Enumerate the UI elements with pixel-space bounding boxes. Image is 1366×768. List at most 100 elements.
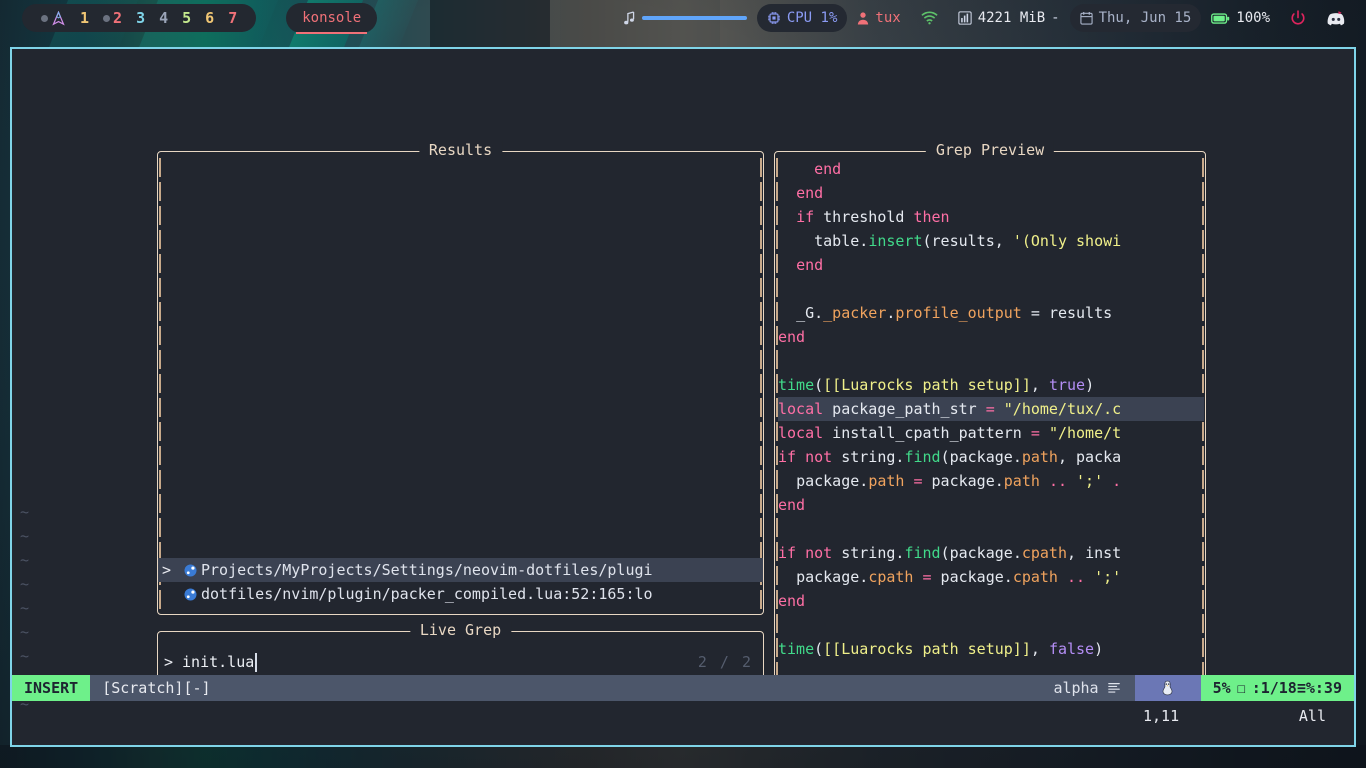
- code-token: _G: [796, 304, 815, 322]
- workspace-dot-icon: [103, 14, 111, 22]
- memory-indicator[interactable]: 4221 MiB -: [948, 4, 1070, 32]
- code-token: string: [832, 448, 896, 466]
- code-token: table: [814, 232, 860, 250]
- code-token: time: [778, 376, 815, 394]
- code-token: string: [832, 544, 896, 562]
- workspace-3[interactable]: 3: [129, 4, 152, 32]
- battery-indicator[interactable]: 100%: [1201, 4, 1280, 32]
- preview-code-line: [778, 277, 1204, 301]
- preview-code-line: if threshold then: [778, 205, 1204, 229]
- workspace-label: 3: [136, 9, 146, 27]
- taskbar: 1 2 3 4 5 6 7 konsole CPU 1% tux 4221 Mi…: [0, 0, 1366, 36]
- tilde-filler: ~: [20, 647, 30, 665]
- statusline: INSERT [Scratch][-] alpha 5% ☐:1/18≡%:3…: [12, 675, 1354, 701]
- code-token: ..: [1067, 568, 1086, 586]
- command-line[interactable]: 1,11 All: [12, 703, 1354, 729]
- volume-control[interactable]: [613, 4, 757, 32]
- code-token: end: [778, 496, 806, 514]
- code-token: ,: [994, 232, 1013, 250]
- code-token: end: [796, 184, 824, 202]
- code-token: [[Luarocks path setup]]: [823, 376, 1031, 394]
- code-token: (: [814, 640, 824, 658]
- workspace-6[interactable]: 6: [198, 4, 221, 32]
- workspace-4[interactable]: 4: [152, 4, 175, 32]
- code-token: =: [1021, 304, 1049, 322]
- code-token: if: [778, 544, 797, 562]
- text-cursor: [255, 652, 258, 672]
- telescope-results-panel[interactable]: Results > Projects/MyProjects/Settings/ne…: [157, 141, 764, 615]
- code-token: =: [1030, 424, 1040, 442]
- code-token: cpath: [1012, 568, 1058, 586]
- code-token: package: [949, 544, 1013, 562]
- tilde-filler: ~: [20, 503, 30, 521]
- prompt-row[interactable]: > init.lua 2 / 2: [164, 650, 753, 674]
- clock-indicator[interactable]: Thu, Jun 15: [1069, 4, 1202, 32]
- code-token: package_path_str: [823, 400, 986, 418]
- code-token: find: [904, 448, 941, 466]
- telescope-preview-panel[interactable]: Grep Preview end end if threshold then t…: [774, 141, 1206, 683]
- workspace-7[interactable]: 7: [221, 4, 244, 32]
- workspace-1[interactable]: 1: [73, 4, 96, 32]
- code-token: packa: [1076, 448, 1122, 466]
- volume-slider[interactable]: [641, 16, 747, 20]
- workspace-label: 2: [113, 9, 123, 27]
- code-token: .: [814, 304, 824, 322]
- code-token: package: [796, 472, 860, 490]
- preview-code-line: [778, 517, 1204, 541]
- status-position-text: :1/18≡%:39: [1251, 679, 1342, 697]
- code-token: .: [1112, 472, 1122, 490]
- preview-code: end end if threshold then table. insert ( r…: [778, 157, 1204, 680]
- code-token: results: [931, 232, 995, 250]
- cpu-indicator[interactable]: CPU 1%: [756, 4, 848, 32]
- workspace-2[interactable]: 2: [96, 4, 129, 32]
- active-window-title[interactable]: konsole: [286, 3, 378, 34]
- results-list[interactable]: > Projects/MyProjects/Settings/neovim-dot…: [158, 558, 763, 606]
- code-token: false: [1048, 640, 1095, 658]
- code-token: insert: [868, 232, 923, 250]
- code-token: package: [922, 472, 995, 490]
- code-token: ';': [1076, 472, 1104, 490]
- neovim-editor[interactable]: ~~~~~~~~~ Results >Projects/MyProjects/S…: [12, 49, 1354, 745]
- power-icon: [1291, 10, 1305, 25]
- workspace-arch-indicator[interactable]: [34, 4, 73, 32]
- power-button[interactable]: [1280, 4, 1316, 32]
- tilde-filler: ~: [20, 599, 30, 617]
- result-row[interactable]: dotfiles/nvim/plugin/packer_compiled.lua…: [158, 582, 763, 606]
- discord-button[interactable]: [1316, 4, 1356, 32]
- terminal-window[interactable]: ~~~~~~~~~ Results >Projects/MyProjects/S…: [10, 47, 1356, 747]
- search-input[interactable]: init.lua: [182, 653, 254, 671]
- code-token: ';': [1094, 568, 1122, 586]
- code-token: package: [949, 448, 1013, 466]
- status-lock-glyph: ☐: [1236, 679, 1246, 697]
- code-token: "/home/t: [1048, 424, 1122, 442]
- lines-icon: [1107, 681, 1121, 695]
- discord-icon: [1326, 10, 1346, 26]
- code-token: cpath: [1021, 544, 1067, 562]
- workspace-switcher[interactable]: 1 2 3 4 5 6 7: [22, 4, 257, 32]
- prompt-panel-title: Live Grep: [409, 621, 512, 639]
- memory-bars-icon: [958, 11, 972, 25]
- status-filetype: alpha: [1039, 675, 1135, 701]
- code-token: "/home/tux/.c: [1003, 400, 1122, 418]
- results-panel-title: Results: [418, 141, 503, 159]
- cpu-chip-icon: [767, 11, 781, 25]
- tilde-filler: ~: [20, 551, 30, 569]
- result-row[interactable]: > Projects/MyProjects/Settings/neovim-dot…: [158, 558, 763, 582]
- preview-code-line: if not string.find(package.path, packa: [778, 445, 1204, 469]
- workspace-5[interactable]: 5: [175, 4, 198, 32]
- code-token: .: [1012, 448, 1022, 466]
- preview-code-line: package.path = package.path .. ';' .: [778, 469, 1204, 493]
- code-token: not: [805, 544, 833, 562]
- user-indicator[interactable]: tux: [847, 4, 910, 32]
- discord-icon: [1327, 11, 1345, 26]
- wifi-indicator[interactable]: [911, 4, 948, 32]
- code-token: profile_output: [895, 304, 1022, 322]
- preview-code-line: _G._packer.profile_output = results: [778, 301, 1204, 325]
- calendar-icon: [1079, 11, 1093, 25]
